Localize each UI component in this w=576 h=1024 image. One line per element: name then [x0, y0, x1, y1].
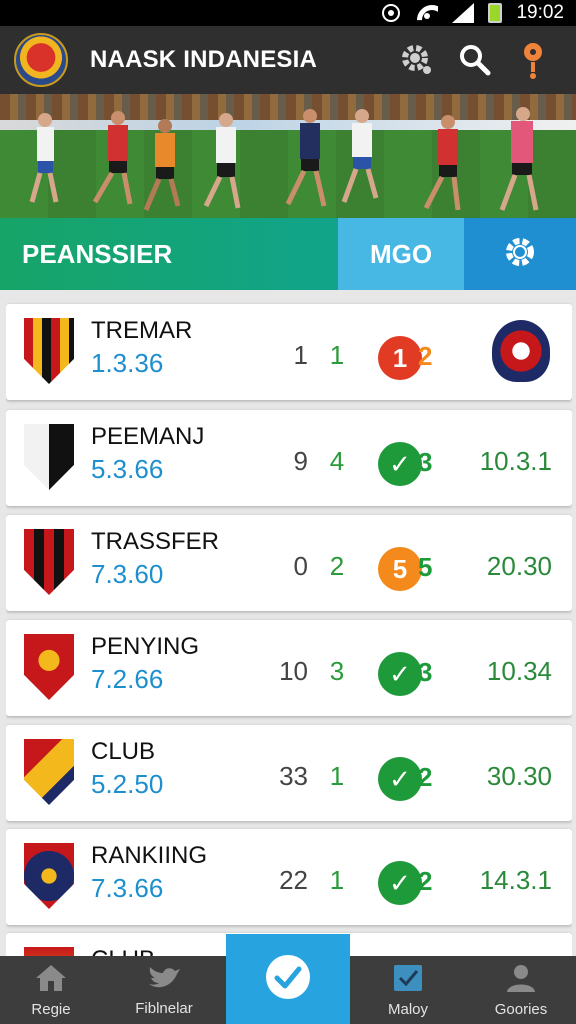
- team-code: 1.3.36: [91, 348, 164, 378]
- nav-label: Goories: [494, 1000, 548, 1018]
- result-next: 2: [418, 866, 433, 896]
- bird-icon: [147, 964, 181, 996]
- status-time: 19:02: [516, 2, 564, 23]
- stat-b: 1: [329, 761, 345, 791]
- team-code: 7.2.66: [91, 664, 164, 694]
- nav-item-regie[interactable]: Regie: [0, 956, 102, 1024]
- odds-value: 10.3.1: [479, 446, 552, 476]
- team-crest: [24, 424, 74, 490]
- result-next: 3: [418, 657, 433, 687]
- team-crest: [24, 318, 74, 384]
- team-crest: [24, 947, 74, 956]
- app-screen: 19:02 NAASK INDANESIA PEANSSIER MGO TREM…: [0, 0, 576, 1024]
- list-item[interactable]: PEEMANJ 5.3.66 9 4 ✓ 3 10.3.1: [6, 410, 572, 506]
- team-code: 5.2.50: [91, 769, 164, 799]
- stat-b: 1: [329, 865, 345, 895]
- result-badge: 1: [378, 336, 422, 380]
- list-item[interactable]: CLUB 5.2.50 33 1 ✓ 2 30.30: [6, 725, 572, 821]
- team-name: CLUB: [91, 738, 156, 765]
- team-name: TREMAR: [91, 317, 193, 344]
- stat-a: 9: [293, 446, 308, 476]
- odds-value: 14.3.1: [479, 865, 552, 895]
- settings-gear-icon[interactable]: [388, 31, 446, 89]
- team-name: CLUB: [91, 946, 155, 956]
- stat-a: 10: [279, 656, 308, 686]
- result-badge: 5: [378, 547, 422, 591]
- odds-value: 10.34: [486, 656, 552, 686]
- checkmark-icon: [264, 953, 312, 1005]
- home-icon: [34, 963, 68, 997]
- list-item[interactable]: TRASSFER 7.3.60 0 2 5 5 20.30: [6, 515, 572, 611]
- bottom-nav: Regie Fiblnelar Maloy Goories: [0, 934, 576, 1024]
- tab-mgo[interactable]: MGO: [338, 218, 464, 290]
- list-item[interactable]: PENYING 7.2.66 10 3 ✓ 3 10.34: [6, 620, 572, 716]
- nfc-icon: [380, 3, 402, 23]
- stat-a: 22: [279, 865, 308, 895]
- app-bar: NAASK INDANESIA: [0, 26, 576, 94]
- team-crest: [24, 529, 74, 595]
- team-code: 7.3.66: [91, 873, 164, 903]
- odds-value: 30.30: [486, 761, 552, 791]
- ranking-list[interactable]: TREMAR 1.3.36 1 1 1 2 PEEMANJ 5.3.66 9 4…: [6, 300, 572, 956]
- result-next: 5: [418, 552, 433, 582]
- nav-label: Fiblnelar: [135, 999, 193, 1017]
- player-figure: [423, 115, 461, 211]
- location-pin-icon[interactable]: [504, 31, 562, 89]
- nav-item-goories[interactable]: Goories: [466, 956, 576, 1024]
- player-figure: [29, 113, 59, 203]
- nav-label: Maloy: [387, 1000, 428, 1018]
- player-figure: [499, 107, 539, 211]
- search-icon[interactable]: [446, 31, 504, 89]
- stat-b: 3: [329, 656, 345, 686]
- team-name: PEEMANJ: [91, 423, 205, 450]
- signal-icon: [452, 3, 475, 23]
- settings-gear-icon: [503, 235, 537, 274]
- tab-peanssier[interactable]: PEANSSIER: [0, 218, 338, 290]
- team-name: TRASSFER: [91, 528, 220, 555]
- stat-a: 0: [293, 551, 308, 581]
- result-next: 2: [418, 341, 433, 371]
- result-badge: ✓: [378, 652, 422, 696]
- stat-a: 1: [293, 340, 308, 370]
- player-figure: [203, 113, 241, 209]
- nav-label: Regie: [31, 1000, 71, 1018]
- odds-value: 20.30: [486, 551, 552, 581]
- result-badge: ✓: [378, 861, 422, 905]
- team-code: 7.3.60: [91, 559, 164, 589]
- list-item[interactable]: RANKIING 7.3.66 22 1 ✓ 2 14.3.1: [6, 829, 572, 925]
- nav-item-check[interactable]: [226, 934, 350, 1024]
- result-next: 3: [418, 447, 433, 477]
- wifi-icon: [416, 3, 438, 23]
- team-crest: [24, 739, 74, 805]
- stat-b: 1: [329, 340, 345, 370]
- team-crest: [24, 843, 74, 909]
- battery-icon: [488, 3, 503, 23]
- player-figure: [92, 111, 133, 205]
- team-code: 5.3.66: [91, 454, 164, 484]
- stat-a: 33: [279, 761, 308, 791]
- person-icon: [504, 963, 538, 997]
- status-bar: 19:02: [0, 0, 576, 26]
- team-crest: [24, 634, 74, 700]
- team-name: PENYING: [91, 633, 200, 660]
- football-players-match-photo: [0, 94, 576, 218]
- tab-bar: PEANSSIER MGO: [0, 218, 576, 290]
- result-badge: ✓: [378, 442, 422, 486]
- checkbox-icon: [392, 963, 424, 997]
- player-figure: [143, 119, 181, 211]
- player-figure: [341, 109, 379, 203]
- tab-settings[interactable]: [464, 218, 576, 290]
- player-figure: [285, 109, 327, 207]
- nav-item-maloy[interactable]: Maloy: [350, 956, 466, 1024]
- result-badge: ✓: [378, 757, 422, 801]
- app-title: NAASK INDANESIA: [90, 46, 318, 73]
- result-next: 2: [418, 762, 433, 792]
- stat-b: 4: [329, 446, 345, 476]
- club-crest-logo: [14, 33, 68, 87]
- list-item[interactable]: TREMAR 1.3.36 1 1 1 2: [6, 304, 572, 400]
- team-name: RANKIING: [91, 842, 208, 869]
- nav-item-fiblnelar[interactable]: Fiblnelar: [102, 956, 226, 1024]
- stat-b: 2: [329, 551, 345, 581]
- opponent-crest: [492, 320, 550, 382]
